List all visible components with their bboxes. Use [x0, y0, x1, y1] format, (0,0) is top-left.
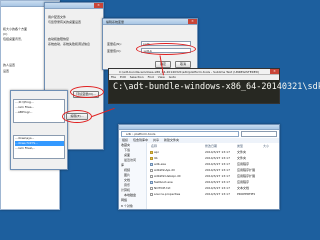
organize-button[interactable]: 组织 [122, 138, 128, 142]
file-type: 应用程序扩展 [237, 168, 256, 172]
column-type[interactable]: 类型 [237, 144, 243, 149]
variable-name-label: 变量名(N): [107, 42, 122, 46]
file-icon [150, 186, 153, 190]
menu-edit[interactable]: Edit [120, 75, 126, 79]
sublime-title: C:\adt-bundle-windows-x86_64-20140321\sd… [119, 70, 260, 74]
column-headers: 名称 修改日期 类型 大小 [149, 144, 279, 149]
system-properties-titlebar: ✕ [45, 3, 103, 9]
table-row[interactable]: AdbWinUsbApi.dll 2014/3/27 13:17 应用程序扩展 [149, 174, 279, 179]
section-desc: 与您登录有关的桌面设置 [48, 20, 82, 24]
folder-icon [150, 150, 153, 154]
panel-line: 的人设置 [3, 63, 16, 67]
file-type: 文件夹 [237, 156, 247, 160]
section-desc: 系统启动、系统失败和调试信息 [48, 42, 91, 46]
close-icon[interactable]: ✕ [94, 3, 103, 8]
close-icon[interactable]: ✕ [188, 19, 197, 24]
file-name: fastboot.exe [154, 180, 173, 184]
navigation-pane: 收藏夹 下载 桌面 最近访问库视频 图片 文档 音乐 计算机 本地磁盘 网络 [119, 143, 147, 209]
edit-variable-titlebar: 编辑系统变量 ✕ [103, 19, 197, 25]
address-bar: sdk › platform-tools [121, 131, 239, 137]
file-name: AdbWinUsbApi.dll [154, 174, 181, 178]
table-row[interactable]: fastboot.exe 2014/3/27 13:17 应用程序 [149, 180, 279, 185]
file-type: 应用程序扩展 [237, 174, 256, 178]
file-icon [150, 192, 153, 196]
file-name: source.properties [154, 192, 181, 196]
sublime-window: C:\adt-bundle-windows-x86_64-20140321\sd… [108, 68, 320, 104]
menu-selection[interactable]: Selection [130, 75, 144, 79]
menu-file[interactable]: File [111, 75, 116, 79]
cancel-button[interactable]: 取消 [175, 61, 191, 68]
column-size[interactable]: 大小 [263, 144, 269, 149]
folder-icon [150, 156, 153, 160]
status-bar: 8 个对象 [121, 204, 133, 208]
breadcrumb-sdk[interactable]: sdk [126, 132, 131, 136]
file-date: 2014/3/27 13:17 [205, 186, 230, 190]
menu-find[interactable]: Find [148, 75, 154, 79]
sublime-editor-text[interactable]: C:\adt-bundle-windows-x86_64-20140321\sd… [113, 82, 320, 92]
file-name: adb.exe [154, 162, 166, 166]
file-name: AdbWinApi.dll [154, 168, 175, 172]
system-vars-list[interactable]: ...dows\sys... ...dows;%SYS... ...ram Fi… [13, 135, 65, 159]
file-date: 2014/3/27 13:17 [205, 156, 230, 160]
table-row[interactable]: adb.exe 2014/3/27 13:17 应用程序 [149, 162, 279, 167]
highlight-value-field [136, 43, 196, 55]
file-date: 2014/3/27 13:17 [205, 192, 230, 196]
sidebar-item[interactable]: 网络 [119, 198, 146, 203]
list-item[interactable]: ...ram Files\... [15, 146, 64, 151]
new-folder-button[interactable]: 新建文件夹 [164, 138, 179, 142]
sublime-menubar: File Edit Selection Find View Goto [109, 75, 279, 80]
search-input[interactable] [241, 131, 277, 137]
user-vars-list[interactable]: ...;D:\\Prog... ...ram Files... ...ABPro… [13, 99, 65, 123]
application-icon [150, 162, 153, 166]
table-row[interactable]: api 2014/3/27 13:17 文件夹 [149, 150, 279, 155]
section-label: 用户配置文件 [48, 15, 67, 19]
file-type: 应用程序 [237, 162, 250, 166]
file-type: 文件夹 [237, 150, 247, 154]
column-name[interactable]: 名称 [151, 144, 157, 149]
include-library-button[interactable]: 包含到库中 [133, 138, 148, 142]
dialog-title: 编辑系统变量 [106, 20, 125, 24]
menu-goto[interactable]: Goto [169, 75, 176, 79]
file-icon [150, 174, 153, 178]
application-icon [150, 180, 153, 184]
menu-view[interactable]: View [158, 75, 165, 79]
table-row[interactable]: source.properties 2014/3/27 13:17 PROPERTI… [149, 192, 279, 197]
highlight-environment-button [70, 86, 104, 98]
file-date: 2014/3/27 13:17 [205, 174, 230, 178]
explorer-window: sdk › platform-tools 组织 包含到库中 共享 新建文件夹 收… [118, 124, 280, 210]
panel-line: 和大小的各个方面 [3, 27, 28, 31]
file-icon [150, 168, 153, 172]
section-label: 启动和故障恢复 [48, 37, 70, 41]
file-type: PROPERTIES [237, 192, 256, 196]
panel-line: (C) [3, 32, 8, 36]
table-row[interactable]: NOTICE.txt 2014/3/27 13:17 文本文档 [149, 186, 279, 191]
panel-line: 设置 [3, 69, 10, 73]
table-row[interactable]: AdbWinApi.dll 2014/3/27 13:17 应用程序扩展 [149, 168, 279, 173]
table-row[interactable]: lib 2014/3/27 13:17 文件夹 [149, 156, 279, 161]
breadcrumb-platform-tools[interactable]: platform-tools [134, 132, 155, 136]
file-date: 2014/3/27 13:17 [205, 168, 230, 172]
column-date[interactable]: 修改日期 [205, 144, 217, 149]
ok-button[interactable]: 确定 [155, 61, 171, 68]
share-button[interactable]: 共享 [153, 138, 159, 142]
explorer-titlebar [119, 125, 279, 130]
panel-line: 包括桌面背景、 [3, 37, 25, 41]
file-type: 文本文档 [237, 186, 250, 190]
file-date: 2014/3/27 13:17 [205, 180, 230, 184]
file-name: api [154, 150, 159, 154]
variable-value-label: 变量值(V): [107, 49, 122, 53]
highlight-edit-button [62, 110, 92, 123]
environment-variables-dialog: ...;D:\\Prog... ...ram Files... ...ABPro… [10, 90, 68, 170]
list-item[interactable]: ...ABProgr... [15, 110, 64, 115]
file-date: 2014/3/27 13:17 [205, 162, 230, 166]
file-date: 2014/3/27 13:17 [205, 150, 230, 154]
close-icon[interactable]: ✕ [270, 69, 279, 74]
file-name: NOTICE.txt [154, 186, 171, 190]
file-type: 应用程序 [237, 180, 250, 184]
file-name: lib [154, 156, 158, 160]
file-list: api 2014/3/27 13:17 文件夹 lib 2014/3/27 13:17 文… [149, 150, 279, 203]
